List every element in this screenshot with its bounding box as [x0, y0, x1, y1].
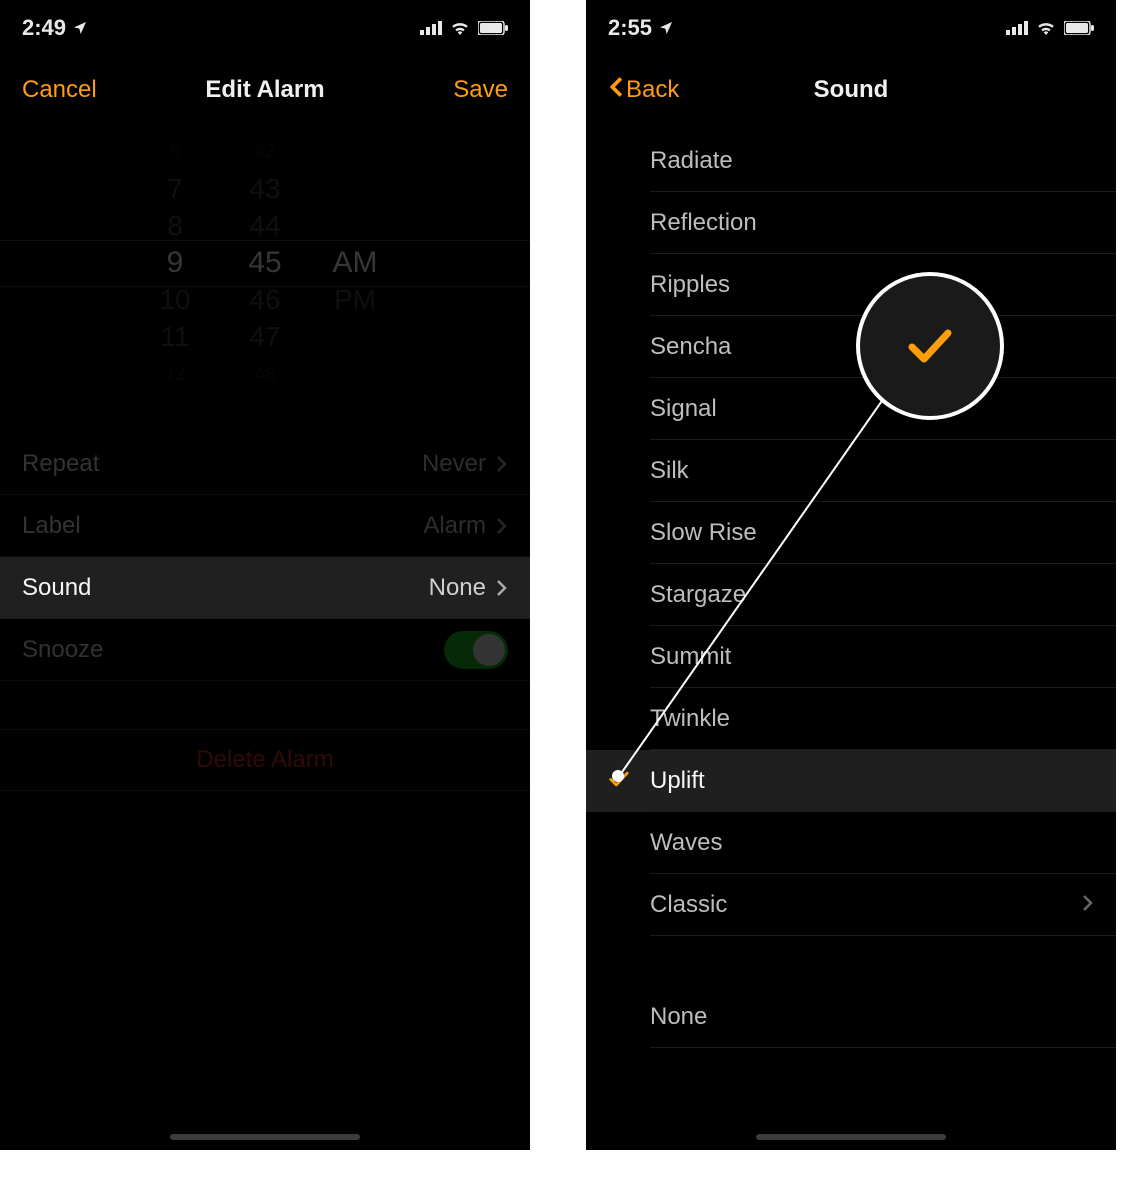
annotation-check-callout [856, 272, 1004, 420]
status-time: 2:55 [608, 15, 652, 41]
sound-selection-screen: 2:55 Back Sound [586, 0, 1116, 1150]
wifi-icon [450, 21, 470, 35]
label-value: Alarm [423, 512, 486, 540]
snooze-toggle[interactable] [444, 631, 508, 669]
back-button[interactable]: Back [608, 76, 679, 105]
ampm-wheel[interactable]: AM PM [325, 133, 385, 393]
chevron-right-icon [1082, 891, 1094, 919]
cellular-signal-icon [420, 21, 442, 35]
home-indicator[interactable] [756, 1134, 946, 1140]
sound-name: Signal [650, 395, 717, 423]
sound-name: Sencha [650, 333, 731, 361]
chevron-right-icon [496, 579, 508, 597]
status-bar: 2:49 [0, 0, 530, 55]
location-icon [658, 20, 674, 36]
cellular-signal-icon [1006, 21, 1028, 35]
edit-alarm-screen: 2:49 Cancel Edit Alarm Save [0, 0, 530, 1150]
sound-row[interactable]: Sound None [0, 557, 530, 619]
repeat-value: Never [422, 450, 486, 478]
sound-item[interactable]: Radiate [586, 130, 1116, 192]
chevron-right-icon [496, 455, 508, 473]
minute-wheel[interactable]: 42 43 44 45 46 47 48 [235, 133, 295, 393]
location-icon [72, 20, 88, 36]
chevron-right-icon [496, 517, 508, 535]
sound-name: Summit [650, 643, 731, 671]
hour-wheel[interactable]: 6 7 8 9 10 11 12 [145, 133, 205, 393]
sound-item-none[interactable]: None [586, 986, 1116, 1048]
sounds-list: Radiate Reflection Ripples Sencha Signal Silk… [586, 130, 1116, 936]
sound-item[interactable]: Uplift [586, 750, 1116, 812]
battery-icon [478, 21, 508, 35]
sound-item[interactable]: Classic [586, 874, 1116, 936]
label-row[interactable]: Label Alarm [0, 495, 530, 557]
repeat-label: Repeat [22, 450, 99, 478]
sound-item[interactable]: Slow Rise [586, 502, 1116, 564]
sound-item[interactable]: Reflection [586, 192, 1116, 254]
label-label: Label [22, 512, 81, 540]
nav-bar: Cancel Edit Alarm Save [0, 55, 530, 125]
time-picker[interactable]: 6 7 8 9 10 11 12 42 43 44 45 46 47 48 [0, 133, 530, 393]
sound-item[interactable]: Signal [586, 378, 1116, 440]
sound-item[interactable]: Waves [586, 812, 1116, 874]
nav-bar: Back Sound [586, 55, 1116, 125]
sound-item[interactable]: Silk [586, 440, 1116, 502]
snooze-row: Snooze [0, 619, 530, 681]
sound-item[interactable]: Summit [586, 626, 1116, 688]
home-indicator[interactable] [170, 1134, 360, 1140]
sound-name: None [650, 1003, 707, 1031]
sound-item[interactable]: Stargaze [586, 564, 1116, 626]
cancel-button[interactable]: Cancel [22, 76, 97, 104]
sound-item[interactable]: Twinkle [586, 688, 1116, 750]
back-label: Back [626, 76, 679, 104]
sound-name: Twinkle [650, 705, 730, 733]
sound-value: None [429, 574, 486, 602]
sound-name: Radiate [650, 147, 733, 175]
delete-alarm-button[interactable]: Delete Alarm [0, 729, 530, 791]
status-bar: 2:55 [586, 0, 1116, 55]
wifi-icon [1036, 21, 1056, 35]
sound-name: Uplift [650, 767, 705, 795]
sound-name: Ripples [650, 271, 730, 299]
sound-name: Stargaze [650, 581, 746, 609]
repeat-row[interactable]: Repeat Never [0, 433, 530, 495]
sound-label: Sound [22, 574, 91, 602]
save-button[interactable]: Save [453, 76, 508, 104]
alarm-settings-list: Repeat Never Label Alarm Sound None [0, 433, 530, 681]
sound-name: Waves [650, 829, 722, 857]
sound-name: Classic [650, 891, 727, 919]
sound-item[interactable]: Sencha [586, 316, 1116, 378]
chevron-left-icon [608, 76, 624, 105]
sound-item[interactable]: Ripples [586, 254, 1116, 316]
sound-name: Slow Rise [650, 519, 757, 547]
sound-name: Silk [650, 457, 689, 485]
battery-icon [1064, 21, 1094, 35]
status-time: 2:49 [22, 15, 66, 41]
sound-name: Reflection [650, 209, 757, 237]
snooze-label: Snooze [22, 636, 103, 664]
